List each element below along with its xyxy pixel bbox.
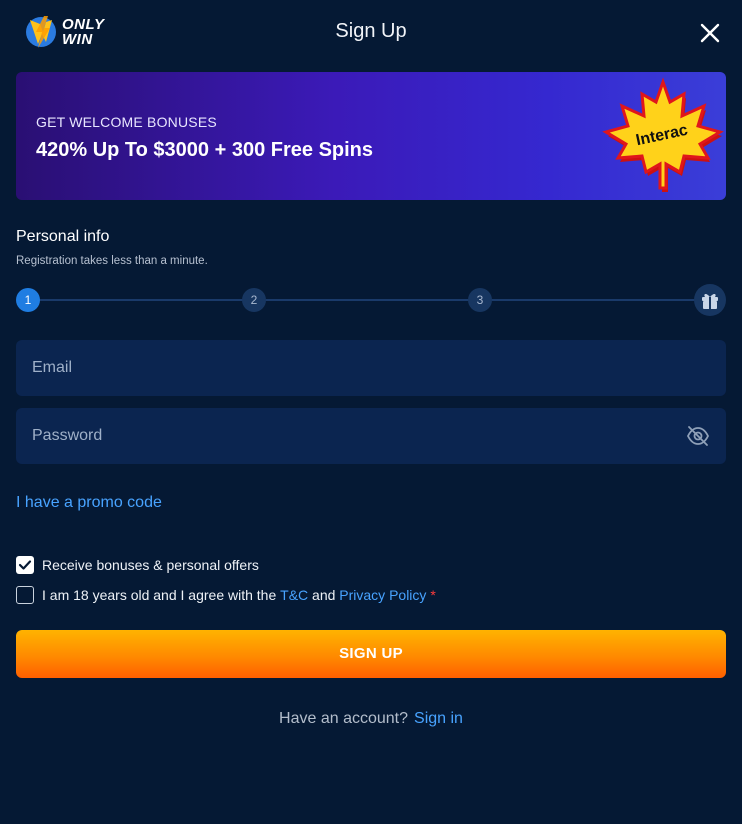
email-field-container xyxy=(16,340,726,396)
sign-up-button[interactable]: SIGN UP xyxy=(16,630,726,678)
bonuses-checkbox-row: Receive bonuses & personal offers xyxy=(16,556,259,574)
maple-leaf-icon: Interac xyxy=(602,77,724,192)
privacy-policy-link[interactable]: Privacy Policy xyxy=(339,587,426,603)
close-icon[interactable] xyxy=(697,20,723,46)
promo-code-link[interactable]: I have a promo code xyxy=(16,494,162,512)
registration-stepper: 1 2 3 xyxy=(16,284,726,316)
have-account-text: Have an account? xyxy=(279,710,409,727)
header: ONLY WIN Sign Up xyxy=(0,0,742,64)
sign-in-link[interactable]: Sign in xyxy=(414,710,463,727)
section-subtitle: Registration takes less than a minute. xyxy=(16,255,208,267)
password-field[interactable] xyxy=(16,408,726,464)
terms-checkbox[interactable] xyxy=(16,586,34,604)
banner-subtitle: GET WELCOME BONUSES xyxy=(36,114,217,130)
stepper-line xyxy=(28,299,710,301)
step-final-gift xyxy=(694,284,726,316)
password-field-container xyxy=(16,408,726,464)
step-3: 3 xyxy=(468,288,492,312)
banner-headline: 420% Up To $3000 + 300 Free Spins xyxy=(36,139,374,161)
terms-prefix: I am 18 years old and I agree with the xyxy=(42,587,277,603)
welcome-bonus-banner: GET WELCOME BONUSES 420% Up To $3000 + 3… xyxy=(16,72,726,200)
bonuses-checkbox[interactable] xyxy=(16,556,34,574)
section-title: Personal info xyxy=(16,228,110,245)
eye-off-icon[interactable] xyxy=(686,425,710,447)
terms-and: and xyxy=(312,587,336,603)
terms-checkbox-row: I am 18 years old and I agree with the T… xyxy=(16,586,436,604)
gift-icon xyxy=(702,293,718,309)
required-mark: * xyxy=(430,587,436,603)
bonuses-checkbox-label: Receive bonuses & personal offers xyxy=(42,557,259,573)
page-title: Sign Up xyxy=(335,20,407,42)
email-field[interactable] xyxy=(16,340,726,396)
footer: Have an account? Sign in xyxy=(0,710,742,728)
step-2: 2 xyxy=(242,288,266,312)
checkmark-icon xyxy=(18,560,32,570)
tc-link[interactable]: T&C xyxy=(280,587,308,603)
step-1: 1 xyxy=(16,288,40,312)
